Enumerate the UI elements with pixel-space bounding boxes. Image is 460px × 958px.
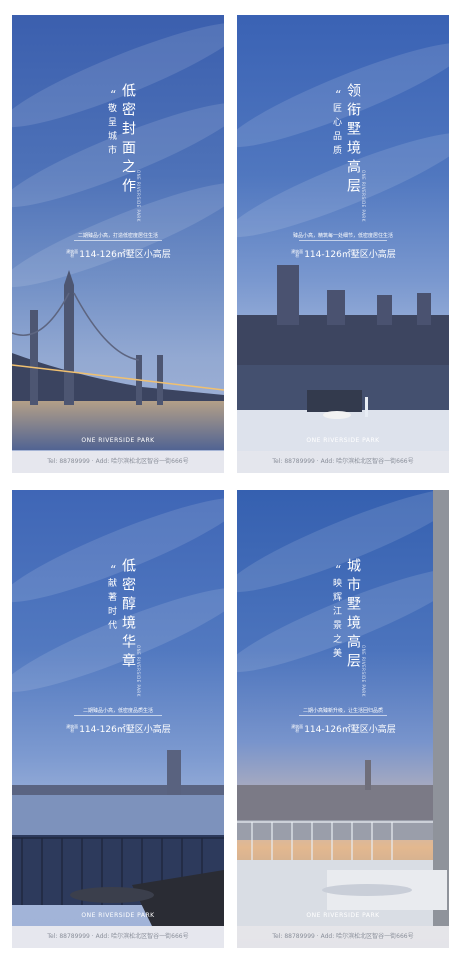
poster-footer: Tel: 88789999 · Add: 哈尔滨松北区智谷一街666号 <box>12 926 224 948</box>
vertical-english: ONE RIVERSIDE PARK <box>136 170 141 222</box>
poster-subtitle: 敬呈城市 <box>106 103 116 159</box>
poster-subtitle: 映辉江景之美 <box>331 578 341 662</box>
poster-2: “ 匠心品质 领衔墅境高层 ONE RIVERSIDE PARK 臻品小高，精筑… <box>237 15 449 473</box>
area-row: 建筑面积 114-126㎡墅区小高层 <box>12 243 224 262</box>
poster-subtitle: 献著时代 <box>106 578 116 634</box>
poster-tagline: 二期小高臻新升级，让生活回归品质 <box>302 708 383 714</box>
area-row: 建筑面积 114-126㎡墅区小高层 <box>237 718 449 737</box>
vertical-english: ONE RIVERSIDE PARK <box>361 170 366 222</box>
poster-title: 低密醇境华章 <box>120 558 136 672</box>
poster-title: 城市墅境高层 <box>345 558 361 672</box>
poster-subtitle: 匠心品质 <box>331 103 341 159</box>
area-label: 建筑面积 <box>291 248 304 258</box>
poster-4: “ 映辉江景之美 城市墅境高层 ONE RIVERSIDE PARK 二期小高臻… <box>237 490 449 948</box>
poster-3: “ 献著时代 低密醇境华章 ONE RIVERSIDE PARK 二期臻品小高，… <box>12 490 224 948</box>
area-label: 建筑面积 <box>66 248 79 258</box>
divider <box>299 240 387 241</box>
vertical-english: ONE RIVERSIDE PARK <box>136 645 141 697</box>
quote-mark: “ <box>110 88 117 102</box>
quote-mark: “ <box>335 88 342 102</box>
brand-name: ONE RIVERSIDE PARK <box>81 912 155 919</box>
poster-tagline: 二期臻品小高，打造低密度居住生活 <box>77 233 158 239</box>
poster-tagline: 臻品小高，精筑每一处细节，低密度居住生活 <box>292 233 393 239</box>
area-label: 建筑面积 <box>66 723 79 733</box>
area-row: 建筑面积 114-126㎡墅区小高层 <box>237 243 449 262</box>
poster-footer: Tel: 88789999 · Add: 哈尔滨松北区智谷一街666号 <box>12 451 224 473</box>
poster-title: 低密封面之作 <box>120 83 136 197</box>
poster-1: “ 敬呈城市 低密封面之作 ONE RIVERSIDE PARK 二期臻品小高，… <box>12 15 224 473</box>
divider <box>74 715 162 716</box>
divider <box>74 240 162 241</box>
poster-tagline: 二期臻品小高，低密度品质生活 <box>82 708 153 714</box>
poster-footer: Tel: 88789999 · Add: 哈尔滨松北区智谷一街666号 <box>237 451 449 473</box>
area-value: 114-126㎡墅区小高层 <box>79 250 171 260</box>
poster-footer: Tel: 88789999 · Add: 哈尔滨松北区智谷一街666号 <box>237 926 449 948</box>
brand-name: ONE RIVERSIDE PARK <box>81 437 155 444</box>
quote-mark: “ <box>110 563 117 577</box>
quote-mark: “ <box>335 563 342 577</box>
vertical-english: ONE RIVERSIDE PARK <box>361 645 366 697</box>
brand-name: ONE RIVERSIDE PARK <box>306 912 380 919</box>
brand-name: ONE RIVERSIDE PARK <box>306 437 380 444</box>
area-value: 114-126㎡墅区小高层 <box>79 725 171 735</box>
divider <box>299 715 387 716</box>
area-value: 114-126㎡墅区小高层 <box>304 250 396 260</box>
area-label: 建筑面积 <box>291 723 304 733</box>
poster-title: 领衔墅境高层 <box>345 83 361 197</box>
area-value: 114-126㎡墅区小高层 <box>304 725 396 735</box>
area-row: 建筑面积 114-126㎡墅区小高层 <box>12 718 224 737</box>
